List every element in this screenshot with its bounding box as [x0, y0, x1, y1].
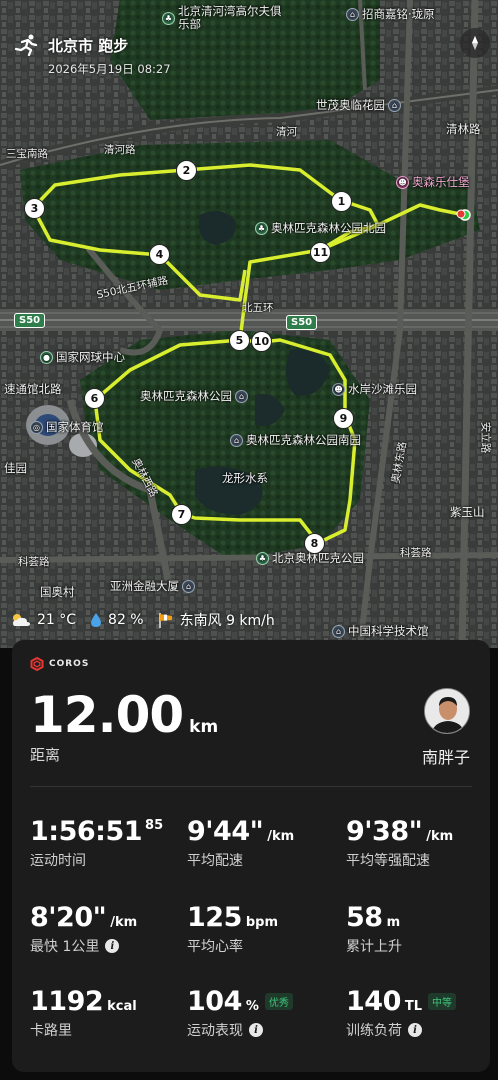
poi-shuian[interactable]: ☻ 水岸沙滩乐园	[332, 381, 417, 397]
km-marker: 9	[333, 408, 354, 429]
activity-date: 2026年5月19日 08:27	[48, 62, 171, 76]
leisure-icon: ☻	[396, 175, 409, 189]
poi-tennis[interactable]: ● 国家网球中心	[40, 349, 125, 365]
road-anli: 安立路	[479, 421, 492, 454]
km-marker: 1	[331, 191, 352, 212]
stadium-icon: ◎	[30, 420, 43, 434]
km-marker: 5	[229, 330, 250, 351]
avatar[interactable]	[424, 688, 470, 734]
km-marker: 4	[149, 244, 170, 265]
road-qinghe-river: 清河	[276, 126, 297, 138]
info-icon[interactable]: i	[105, 939, 120, 953]
poi-sports-hall[interactable]: ◎ 国家体育馆	[30, 419, 104, 435]
compass-button[interactable]	[460, 28, 490, 58]
km-marker: 6	[84, 388, 105, 409]
poi-guoao: 国奥村	[40, 585, 75, 599]
km-marker: 11	[310, 242, 331, 263]
compass-icon	[472, 36, 478, 50]
building-icon: ⌂	[182, 579, 195, 593]
poi-forest-north[interactable]: ♣ 奥林匹克森林公园北园	[255, 220, 386, 236]
s50-shield-2: S50	[286, 315, 318, 330]
poi-qinghe-bay[interactable]: ♣ 北京清河湾高尔夫俱乐部	[162, 5, 288, 31]
km-marker: 8	[304, 533, 325, 554]
weather-wind: 东南风 9 km/h	[157, 610, 275, 630]
performance-badge: 优秀	[264, 993, 293, 1010]
museum-icon: ⌂	[332, 624, 345, 638]
building-icon: ⌂	[235, 389, 248, 403]
road-qinghe: 清河路	[104, 144, 136, 156]
sports-icon: ●	[40, 350, 53, 364]
road-kecai-east: 科荟路	[400, 547, 432, 559]
poi-forest-park[interactable]: 奥林匹克森林公园 ⌂	[140, 388, 248, 404]
leisure-icon: ☻	[332, 382, 345, 396]
km-marker: 2	[176, 160, 197, 181]
divider	[30, 786, 472, 787]
poi-shimao[interactable]: 世茂奥临花园 ⌂	[316, 97, 401, 113]
activity-header: 北京市 跑步 2026年5月19日 08:27	[14, 34, 171, 77]
poi-dragon-lake: 龙形水系	[222, 471, 268, 485]
weather-humidity: 82 %	[89, 612, 144, 628]
poi-aosenle[interactable]: ☻ 奥森乐仕堡	[396, 174, 470, 190]
s50-shield: S50	[14, 313, 46, 328]
poi-forest-south[interactable]: ⌂ 奥林匹克森林公园南园	[230, 432, 361, 448]
username[interactable]: 南胖子	[422, 744, 470, 768]
stat-grade-pace: 9'38"/km 平均等强配速	[346, 816, 454, 869]
training-load-badge: 中等	[428, 993, 457, 1010]
runner-icon	[14, 34, 38, 56]
park-icon: ♣	[162, 11, 175, 25]
stat-ascent: 58 m 累计上升	[346, 902, 402, 955]
stat-time: 1:56:51 85 运动时间	[30, 816, 164, 869]
stat-training-load: 140 TL 中等 训练负荷 i	[346, 986, 457, 1040]
km-marker: 10	[251, 331, 272, 352]
info-icon[interactable]: i	[249, 1023, 263, 1037]
road-kecai: 科荟路	[18, 556, 50, 568]
poi-sutong: 速通馆北路	[4, 382, 62, 396]
stat-heart-rate: 125 bpm 平均心率	[187, 902, 279, 955]
distance-label: 距离	[30, 746, 61, 764]
weather-cloud-icon	[13, 614, 30, 626]
poi-zhaoshang[interactable]: ⌂ 招商嘉铭·珑原	[346, 6, 435, 22]
stat-performance: 104% 优秀 运动表现 i	[187, 986, 293, 1040]
humidity-drop-icon	[91, 613, 102, 627]
activity-title: 北京市 跑步	[48, 36, 129, 55]
distance-value: 12.00 km	[30, 686, 219, 744]
user-avatar-icon	[425, 689, 469, 733]
coros-logo-icon	[30, 657, 44, 671]
wind-sock-icon	[158, 613, 172, 628]
poi-jiayu: 佳园	[4, 461, 27, 475]
building-icon: ⌂	[346, 7, 359, 21]
poi-ziyu: 紫玉山	[450, 505, 485, 519]
activity-stats-card: COROS 12.00 km 距离 南胖子 1:56:51 85 运动时间 9'4…	[12, 640, 490, 1072]
road-north5: 北五环	[242, 302, 274, 314]
poi-sci-museum[interactable]: ⌂ 中国科学技术馆	[332, 623, 429, 639]
km-marker: 3	[24, 198, 45, 219]
brand-logo: COROS	[30, 657, 89, 671]
building-icon: ⌂	[388, 98, 401, 112]
poi-asia-finance[interactable]: 亚洲金融大厦 ⌂	[110, 578, 195, 594]
road-sanbao: 三宝南路	[6, 148, 48, 160]
building-icon: ⌂	[230, 433, 243, 447]
poi-qinglin: 清林路	[446, 122, 481, 136]
weather-bar: 21 °C 82 % 东南风 9 km/h	[10, 610, 281, 630]
park-icon: ♣	[256, 551, 269, 565]
info-icon[interactable]: i	[408, 1023, 422, 1037]
end-marker	[456, 209, 466, 219]
stat-fastest-km: 8'20"/km 最快 1公里 i	[30, 902, 138, 955]
park-icon: ♣	[255, 221, 268, 235]
route-map[interactable]: S50 S50 清河路 清河 三宝南路 S50北五环辅路 北五环 奥林西路 奥林…	[0, 0, 498, 648]
weather-temp: 21 °C	[10, 612, 76, 628]
stat-calories: 1192 kcal 卡路里	[30, 986, 137, 1039]
stat-avg-pace: 9'44"/km 平均配速	[187, 816, 295, 869]
km-marker: 7	[171, 504, 192, 525]
